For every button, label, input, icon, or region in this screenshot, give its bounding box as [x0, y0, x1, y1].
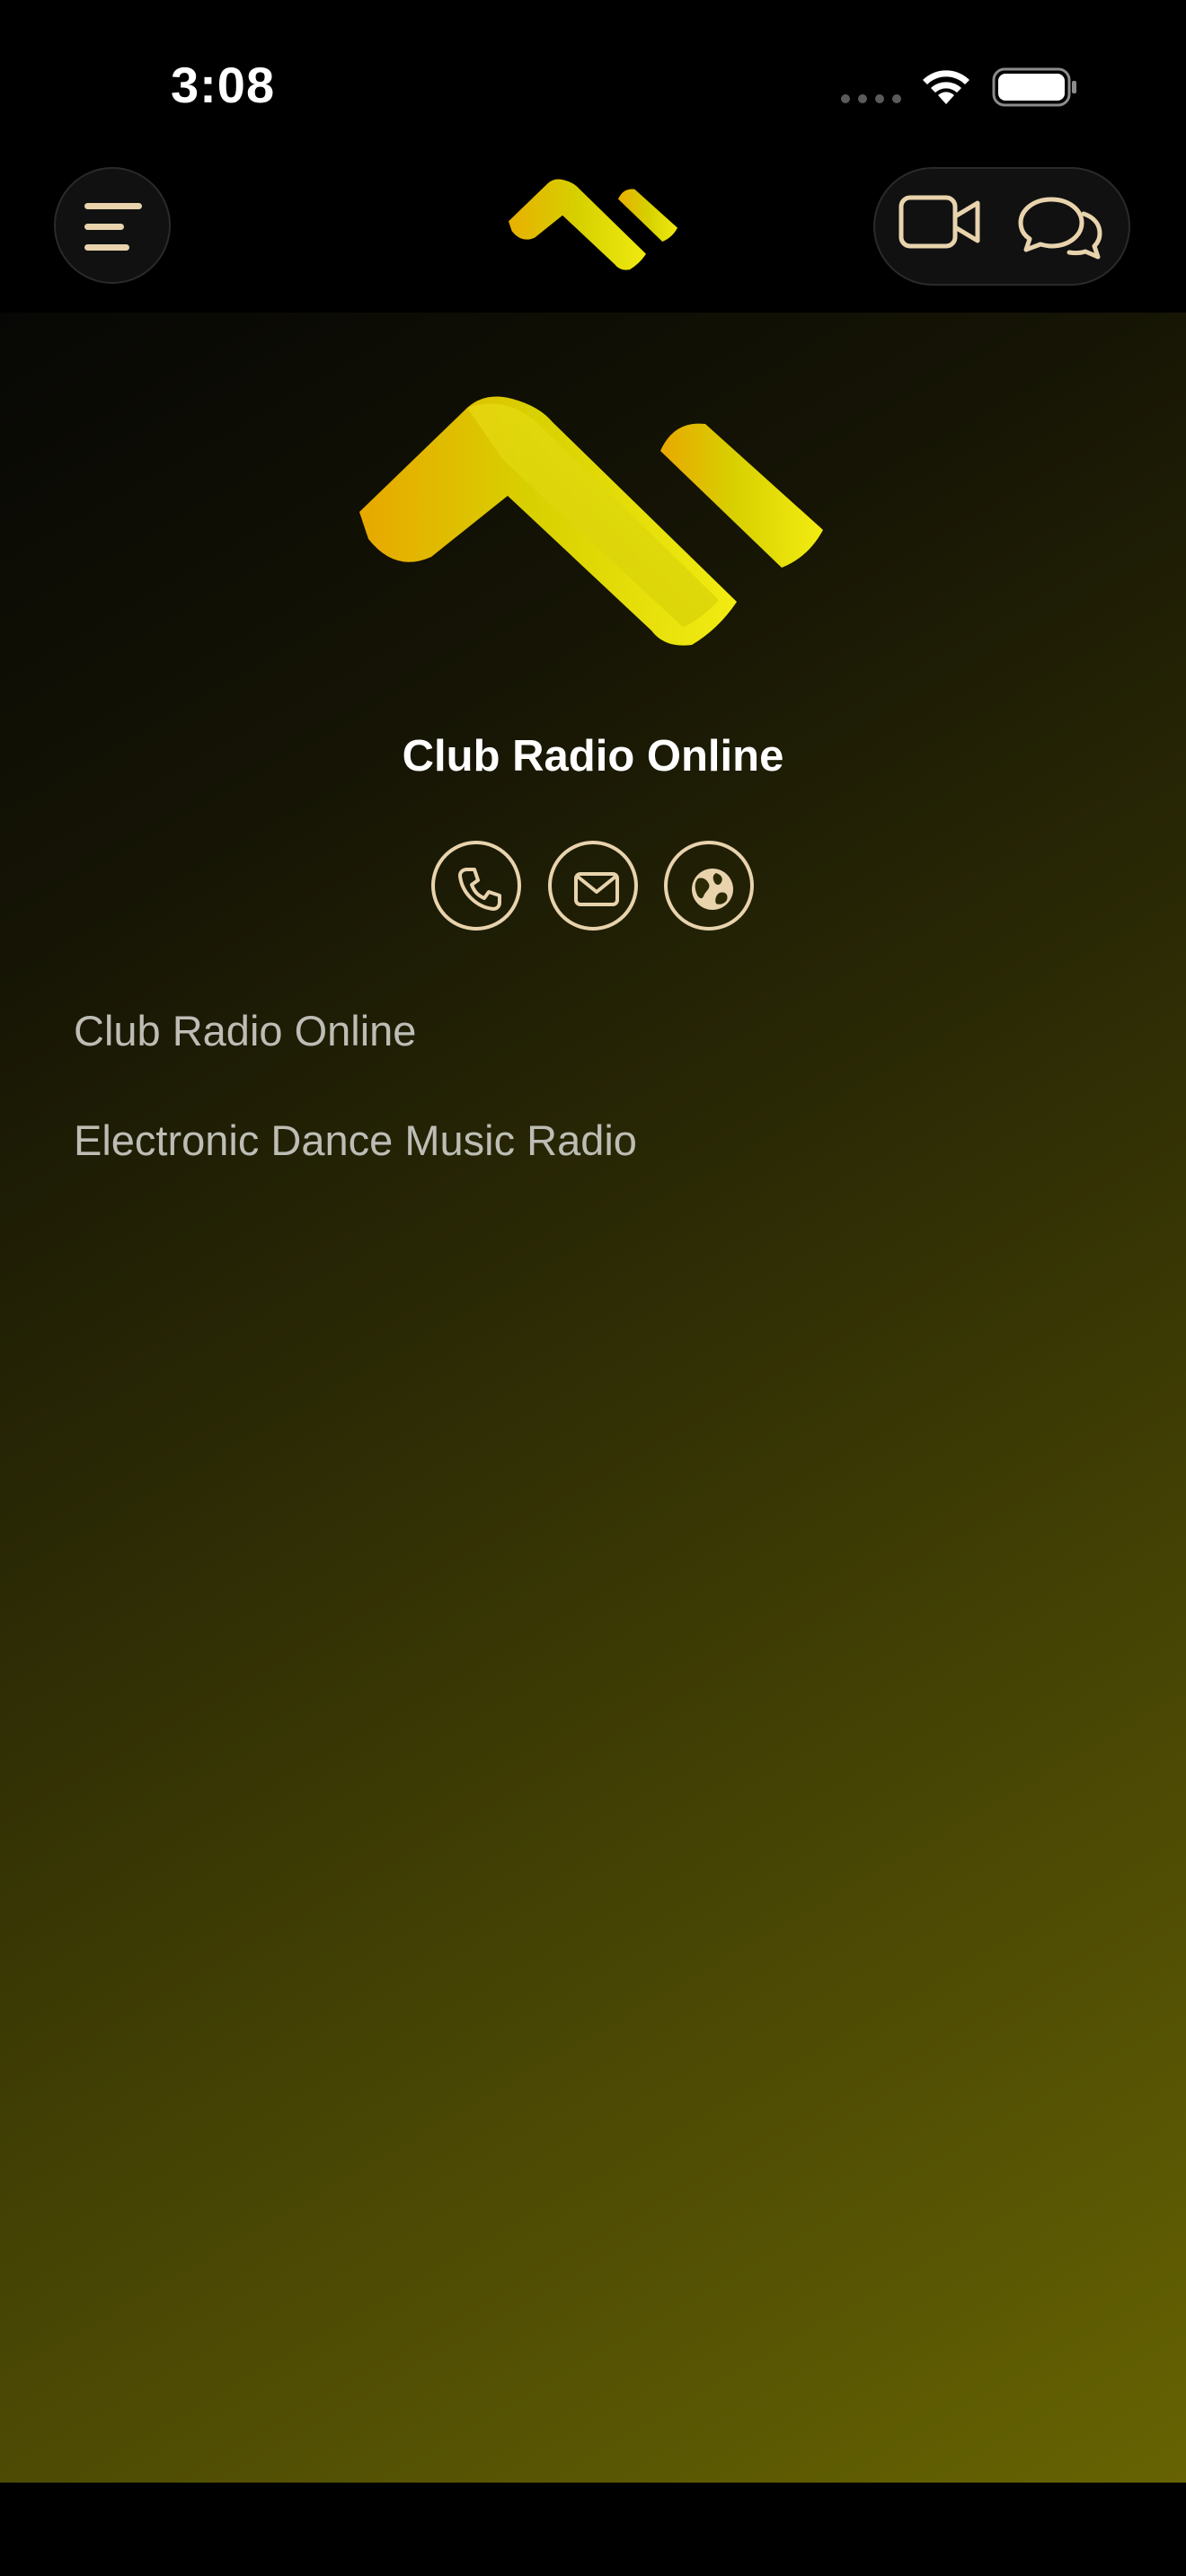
description-line-1: Club Radio Online — [74, 1007, 417, 1054]
action-pill — [873, 167, 1130, 286]
app-screen: 3:08 Club Radio Online Club Radio Online… — [0, 0, 1186, 2576]
station-logo-icon — [359, 396, 823, 646]
phone-icon — [458, 868, 501, 911]
brand-logo-icon — [509, 179, 677, 270]
website-button[interactable] — [664, 841, 754, 931]
phone-button[interactable] — [431, 841, 521, 931]
cellular-signal-icon — [841, 94, 901, 103]
mail-icon — [574, 872, 619, 906]
status-bar: 3:08 — [0, 0, 1186, 162]
station-name: Club Radio Online — [402, 732, 784, 781]
wifi-icon — [923, 70, 969, 104]
chat-button[interactable] — [1010, 181, 1118, 271]
email-button[interactable] — [548, 841, 638, 931]
globe-icon — [692, 869, 733, 910]
description-line-2: Electronic Dance Music Radio — [74, 1116, 637, 1164]
video-button[interactable] — [891, 181, 990, 271]
contact-actions — [431, 841, 755, 934]
menu-lines-icon — [84, 203, 142, 251]
chat-bubbles-icon — [1018, 197, 1102, 260]
menu-button[interactable] — [54, 167, 171, 284]
station-profile: Club Radio Online Club Radio Online Elec… — [0, 313, 1186, 2483]
status-time: 3:08 — [171, 57, 276, 113]
battery-icon — [992, 67, 1076, 107]
video-camera-icon — [898, 195, 980, 249]
